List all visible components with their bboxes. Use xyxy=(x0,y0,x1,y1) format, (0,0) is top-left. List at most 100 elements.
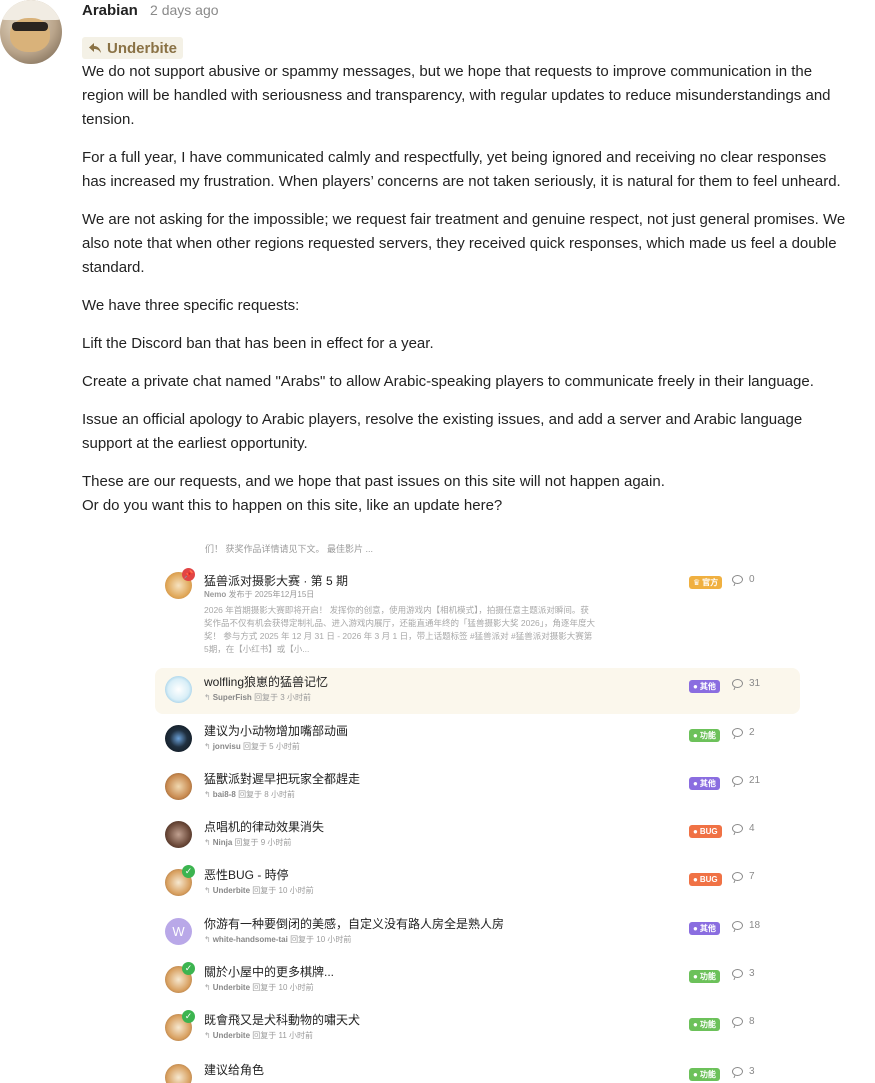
topic-meta: ↰ jonvisu 回复于 5 小时前 xyxy=(204,741,300,752)
comment-icon xyxy=(732,969,743,978)
topic-title[interactable]: 你游有一种要倒闭的美感，自定义没有路人房全是熟人房 xyxy=(204,915,504,932)
verified-check-icon: ✓ xyxy=(182,865,195,878)
badge-label: BUG xyxy=(699,875,718,884)
pinned-topic[interactable]: 📌 猛兽派对摄影大赛 · 第 5 期 Nemo 发布于 2025年12月15日 … xyxy=(155,564,800,660)
reply-arrow-icon: ↰ xyxy=(204,983,211,992)
topic-row[interactable]: W 你游有一种要倒闭的美感，自定义没有路人房全是熟人房 ↰ white-hands… xyxy=(155,910,800,956)
topic-excerpt: 2026 年首期摄影大赛即将开启！ 发挥你的创意，使用游戏内【相机模式】，拍摄任… xyxy=(204,605,596,654)
topic-title[interactable]: 關於小屋中的更多棋牌... xyxy=(204,963,334,980)
category-badge[interactable]: ● BUG xyxy=(689,873,722,886)
topic-row[interactable]: wolfling狼崽的猛兽记忆 ↰ SuperFish 回复于 3 小时前 ● 其他… xyxy=(155,668,800,714)
reply-count-value: 3 xyxy=(749,968,755,979)
topic-row[interactable]: 点唱机的律动效果消失 ↰ Ninja 回复于 9 小时前 ● BUG 4 xyxy=(155,813,800,859)
post-time[interactable]: 2 days ago xyxy=(150,2,219,18)
category-badge[interactable]: ● BUG xyxy=(689,825,722,838)
letter-avatar[interactable]: W xyxy=(165,918,192,945)
reply-count[interactable]: 3 xyxy=(732,1066,755,1077)
topic-title[interactable]: 建议给角色 xyxy=(204,1061,264,1078)
topic-user[interactable]: Ninja xyxy=(213,838,233,847)
topic-time: 回复于 5 小时前 xyxy=(242,742,300,751)
category-badge[interactable]: ● 其他 xyxy=(689,680,720,693)
badge-label: 官方 xyxy=(702,578,719,587)
post-body: We do not support abusive or spammy mess… xyxy=(82,60,847,518)
topic-avatar[interactable] xyxy=(165,725,192,752)
topic-meta: Nemo 发布于 2025年12月15日 xyxy=(204,589,314,600)
reply-count-value: 21 xyxy=(749,775,761,786)
reply-count[interactable]: 18 xyxy=(732,920,760,931)
topic-avatar[interactable] xyxy=(165,821,192,848)
badge-label: 其他 xyxy=(699,682,716,691)
reply-arrow-icon: ↰ xyxy=(204,790,211,799)
user-avatar[interactable] xyxy=(0,0,62,64)
verified-check-icon: ✓ xyxy=(182,962,195,975)
topic-title[interactable]: wolfling狼崽的猛兽记忆 xyxy=(204,673,328,690)
category-badge[interactable]: ♛ 官方 xyxy=(689,576,723,589)
topic-title[interactable]: 猛獸派對遲早把玩家全都趕走 xyxy=(204,770,360,787)
reply-count[interactable]: 3 xyxy=(732,968,755,979)
topic-row[interactable]: 猛獸派對遲早把玩家全都趕走 ↰ bai8-8 回复于 8 小时前 ● 其他 21 xyxy=(155,765,800,811)
category-badge[interactable]: ● 功能 xyxy=(689,1018,720,1031)
category-badge[interactable]: ● 功能 xyxy=(689,1068,720,1081)
topic-avatar[interactable] xyxy=(165,773,192,800)
topic-user[interactable]: bai8-8 xyxy=(213,790,236,799)
reply-to-username: Underbite xyxy=(107,39,178,57)
reply-count[interactable]: 4 xyxy=(732,823,755,834)
topic-row[interactable]: 建议为小动物增加嘴部动画 ↰ jonvisu 回复于 5 小时前 ● 功能 2 xyxy=(155,717,800,763)
post-paragraph: These are our requests, and we hope that… xyxy=(82,473,665,490)
topic-title[interactable]: 点唱机的律动效果消失 xyxy=(204,818,324,835)
post-paragraph: Or do you want this to happen on this si… xyxy=(82,497,503,514)
topic-title[interactable]: 猛兽派对摄影大赛 · 第 5 期 xyxy=(204,572,348,589)
topic-row[interactable]: ✓ 恶性BUG - 時停 ↰ Underbite 回复于 10 小时前 ● BUG … xyxy=(155,861,800,907)
reply-count[interactable]: 31 xyxy=(732,678,760,689)
topic-meta: ↰ Underbite 回复于 10 小时前 xyxy=(204,982,314,993)
reply-count[interactable]: 8 xyxy=(732,1016,755,1027)
post-paragraph: Issue an official apology to Arabic play… xyxy=(82,411,803,452)
reply-arrow-icon: ↰ xyxy=(204,1031,211,1040)
reply-count[interactable]: 7 xyxy=(732,871,755,882)
topic-user[interactable]: SuperFish xyxy=(213,693,252,702)
topic-avatar[interactable] xyxy=(165,676,192,703)
reply-count[interactable]: 21 xyxy=(732,775,760,786)
topic-row[interactable]: 建议给角色 ● 功能 3 xyxy=(155,1056,800,1083)
reply-to-badge[interactable]: Underbite xyxy=(82,37,184,59)
comment-icon xyxy=(732,776,743,785)
category-badge[interactable]: ● 其他 xyxy=(689,777,720,790)
bulb-icon: ● xyxy=(693,1020,698,1029)
topic-title[interactable]: 恶性BUG - 時停 xyxy=(204,866,289,883)
topic-meta: ↰ Underbite 回复于 11 小时前 xyxy=(204,1030,313,1041)
embedded-screenshot[interactable]: 们！ 获奖作品详情请见下文。 最佳影片 ... 📌 猛兽派对摄影大赛 · 第 5… xyxy=(155,536,803,1083)
reply-count-value: 8 xyxy=(749,1016,755,1027)
topic-user[interactable]: Underbite xyxy=(213,1031,250,1040)
category-badge[interactable]: ● 功能 xyxy=(689,970,720,983)
topic-user[interactable]: Underbite xyxy=(213,886,250,895)
comment-icon xyxy=(732,1067,743,1076)
topic-title[interactable]: 建议为小动物增加嘴部动画 xyxy=(204,722,348,739)
topic-user[interactable]: white-handsome-tai xyxy=(213,935,288,944)
topic-row[interactable]: ✓ 關於小屋中的更多棋牌... ↰ Underbite 回复于 10 小时前 ● 功… xyxy=(155,958,800,1004)
pin-icon: 📌 xyxy=(182,568,195,581)
topic-title[interactable]: 既會飛又是犬科動物的嘯天犬 xyxy=(204,1011,360,1028)
topic-meta: ↰ SuperFish 回复于 3 小时前 xyxy=(204,692,311,703)
bug-icon: ● xyxy=(693,875,698,884)
topic-time: 回复于 10 小时前 xyxy=(252,983,314,992)
chat-icon: ● xyxy=(693,682,698,691)
badge-label: BUG xyxy=(699,827,718,836)
topic-meta: ↰ Ninja 回复于 9 小时前 xyxy=(204,837,291,848)
post-header: Arabian 2 days ago xyxy=(82,2,219,19)
embed-fade-text: 们！ 获奖作品详情请见下文。 最佳影片 ... xyxy=(205,544,374,554)
reply-count[interactable]: 2 xyxy=(732,727,755,738)
topic-row[interactable]: ✓ 既會飛又是犬科動物的嘯天犬 ↰ Underbite 回复于 11 小时前 ● 功… xyxy=(155,1006,800,1052)
category-badge[interactable]: ● 功能 xyxy=(689,729,720,742)
topic-author[interactable]: Nemo xyxy=(204,590,226,599)
reply-count[interactable]: 0 xyxy=(732,574,755,585)
badge-label: 其他 xyxy=(699,924,716,933)
comment-icon xyxy=(732,679,743,688)
category-badge[interactable]: ● 其他 xyxy=(689,922,720,935)
crown-icon: ♛ xyxy=(693,578,701,587)
badge-label: 功能 xyxy=(699,972,716,981)
post-username[interactable]: Arabian xyxy=(82,2,138,19)
topic-user[interactable]: Underbite xyxy=(213,983,250,992)
topic-avatar[interactable] xyxy=(165,1064,192,1083)
topic-user[interactable]: jonvisu xyxy=(213,742,241,751)
post-paragraph: For a full year, I have communicated cal… xyxy=(82,149,841,190)
